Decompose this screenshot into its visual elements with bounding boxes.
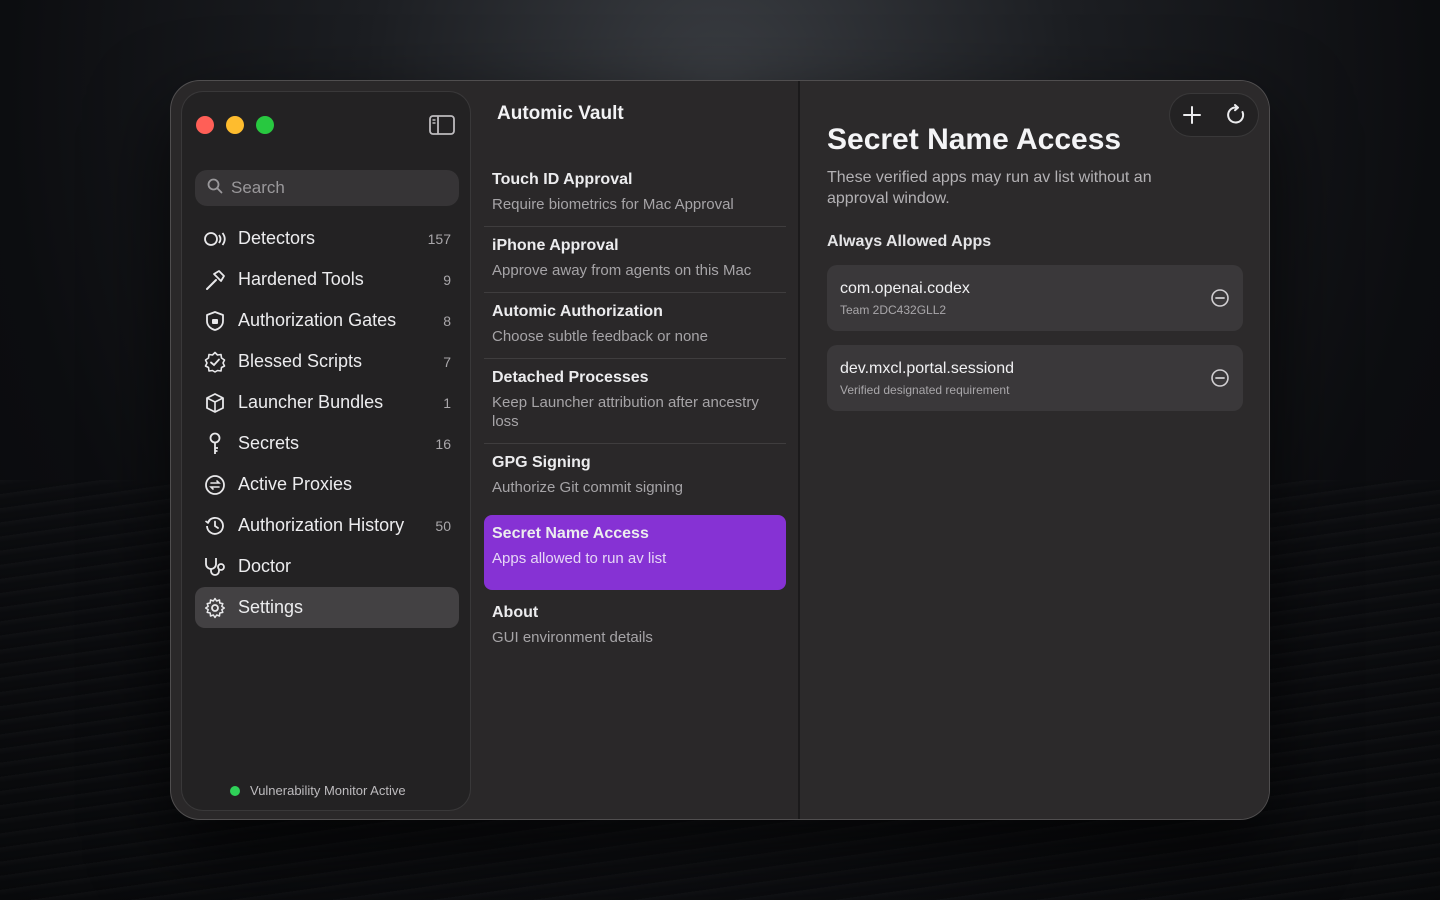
settings-row-gpg-signing[interactable]: GPG Signing Authorize Git commit signing xyxy=(484,444,786,509)
search-field[interactable] xyxy=(195,170,459,206)
app-bundle-id: dev.mxcl.portal.sessiond xyxy=(840,359,1014,377)
monitor-status: Vulnerability Monitor Active xyxy=(230,783,406,798)
sidebar-item-detectors[interactable]: Detectors 157 xyxy=(195,218,459,259)
pane-title: Automic Vault xyxy=(497,103,624,124)
gear-icon xyxy=(203,596,227,620)
checkmark-seal-icon xyxy=(203,350,227,374)
remove-app-button[interactable] xyxy=(1209,287,1231,309)
row-subtitle: Require biometrics for Mac Approval xyxy=(492,196,734,213)
sidebar-item-count: 1 xyxy=(443,394,451,411)
settings-list: Touch ID Approval Require biometrics for… xyxy=(484,161,786,659)
detail-pane: Secret Name Access These verified apps m… xyxy=(800,81,1269,819)
allowed-apps-list: com.openai.codex Team 2DC432GLL2 dev.mxc… xyxy=(827,265,1243,425)
cube-icon xyxy=(203,391,227,415)
row-subtitle: Apps allowed to run av list xyxy=(492,550,667,567)
stethoscope-icon xyxy=(203,555,227,579)
detector-icon xyxy=(203,227,227,251)
settings-row-touch-id[interactable]: Touch ID Approval Require biometrics for… xyxy=(484,161,786,227)
sidebar-item-count: 7 xyxy=(443,353,451,370)
sidebar-item-label: Active Proxies xyxy=(238,474,353,494)
close-button[interactable] xyxy=(196,116,214,134)
sidebar-item-authorization-gates[interactable]: Authorization Gates 8 xyxy=(195,300,459,341)
sidebar-item-launcher-bundles[interactable]: Launcher Bundles 1 xyxy=(195,382,459,423)
row-subtitle: Keep Launcher attribution after ancestry… xyxy=(492,394,759,430)
row-title: Secret Name Access xyxy=(492,525,649,542)
minus-circle-icon xyxy=(1211,369,1229,387)
key-icon xyxy=(203,432,227,456)
sidebar-item-count: 50 xyxy=(435,517,451,534)
minimize-button[interactable] xyxy=(226,116,244,134)
app-subtitle: Team 2DC432GLL2 xyxy=(840,302,947,317)
window-controls xyxy=(196,116,274,134)
search-input[interactable] xyxy=(231,178,451,198)
row-title: Touch ID Approval xyxy=(492,171,633,188)
row-title: Automic Authorization xyxy=(492,303,663,320)
sidebar: Detectors 157 Hardened Tools 9 Authoriza… xyxy=(181,91,471,811)
sidebar-item-label: Detectors xyxy=(238,228,316,248)
sidebar-item-label: Authorization History xyxy=(238,515,405,535)
sidebar-item-count: 16 xyxy=(435,435,451,452)
sidebar-item-label: Launcher Bundles xyxy=(238,392,384,412)
app-window: Detectors 157 Hardened Tools 9 Authoriza… xyxy=(170,80,1270,820)
refresh-icon xyxy=(1227,104,1245,124)
sidebar-item-authorization-history[interactable]: Authorization History 50 xyxy=(195,505,459,546)
sidebar-nav: Detectors 157 Hardened Tools 9 Authoriza… xyxy=(195,218,459,628)
refresh-button[interactable] xyxy=(1224,103,1248,127)
row-subtitle: Choose subtle feedback or none xyxy=(492,328,708,345)
row-subtitle: Approve away from agents on this Mac xyxy=(492,262,752,279)
add-button[interactable] xyxy=(1180,103,1204,127)
proxy-icon xyxy=(203,473,227,497)
row-subtitle: Authorize Git commit signing xyxy=(492,479,683,496)
list-item: dev.mxcl.portal.sessiond Verified design… xyxy=(827,345,1243,411)
status-indicator-dot xyxy=(230,785,240,796)
status-text: Vulnerability Monitor Active xyxy=(250,783,406,798)
zoom-button[interactable] xyxy=(256,116,274,134)
history-icon xyxy=(203,514,227,538)
hammer-icon xyxy=(203,268,227,292)
sidebar-item-doctor[interactable]: Doctor xyxy=(195,546,459,587)
minus-circle-icon xyxy=(1211,289,1229,307)
search-icon xyxy=(207,178,223,199)
sidebar-item-label: Blessed Scripts xyxy=(238,351,363,371)
sidebar-item-settings[interactable]: Settings xyxy=(195,587,459,628)
settings-row-about[interactable]: About GUI environment details xyxy=(484,594,786,659)
sidebar-item-label: Doctor xyxy=(238,556,292,576)
row-title: About xyxy=(492,604,539,621)
sidebar-item-label: Settings xyxy=(238,597,304,617)
sidebar-item-active-proxies[interactable]: Active Proxies xyxy=(195,464,459,505)
app-subtitle: Verified designated requirement xyxy=(840,382,1010,397)
row-title: GPG Signing xyxy=(492,454,591,471)
row-subtitle: GUI environment details xyxy=(492,629,653,646)
remove-app-button[interactable] xyxy=(1209,367,1231,389)
sidebar-item-secrets[interactable]: Secrets 16 xyxy=(195,423,459,464)
settings-row-iphone-approval[interactable]: iPhone Approval Approve away from agents… xyxy=(484,227,786,293)
settings-row-automic-authorization[interactable]: Automic Authorization Choose subtle feed… xyxy=(484,293,786,359)
sidebar-toggle-icon[interactable] xyxy=(429,115,455,135)
row-title: Detached Processes xyxy=(492,369,649,386)
sidebar-item-hardened-tools[interactable]: Hardened Tools 9 xyxy=(195,259,459,300)
sidebar-item-count: 8 xyxy=(443,312,451,329)
sidebar-item-count: 157 xyxy=(427,230,451,247)
row-title: iPhone Approval xyxy=(492,237,619,254)
sidebar-item-count: 9 xyxy=(443,271,451,288)
settings-list-pane: Automic Vault Touch ID Approval Require … xyxy=(471,81,798,819)
settings-row-secret-name-access[interactable]: Secret Name Access Apps allowed to run a… xyxy=(484,515,786,590)
list-item: com.openai.codex Team 2DC432GLL2 xyxy=(827,265,1243,331)
app-bundle-id: com.openai.codex xyxy=(840,279,970,297)
detail-title: Secret Name Access xyxy=(827,123,1122,156)
sidebar-item-blessed-scripts[interactable]: Blessed Scripts 7 xyxy=(195,341,459,382)
shield-icon xyxy=(203,309,227,333)
settings-row-detached-processes[interactable]: Detached Processes Keep Launcher attribu… xyxy=(484,359,786,444)
sidebar-item-label: Secrets xyxy=(238,433,300,453)
toolbar xyxy=(1169,93,1259,137)
detail-description: These verified apps may run av list with… xyxy=(827,169,1152,207)
sidebar-item-label: Hardened Tools xyxy=(238,269,364,289)
sidebar-item-label: Authorization Gates xyxy=(238,310,397,330)
section-heading: Always Allowed Apps xyxy=(827,233,992,250)
